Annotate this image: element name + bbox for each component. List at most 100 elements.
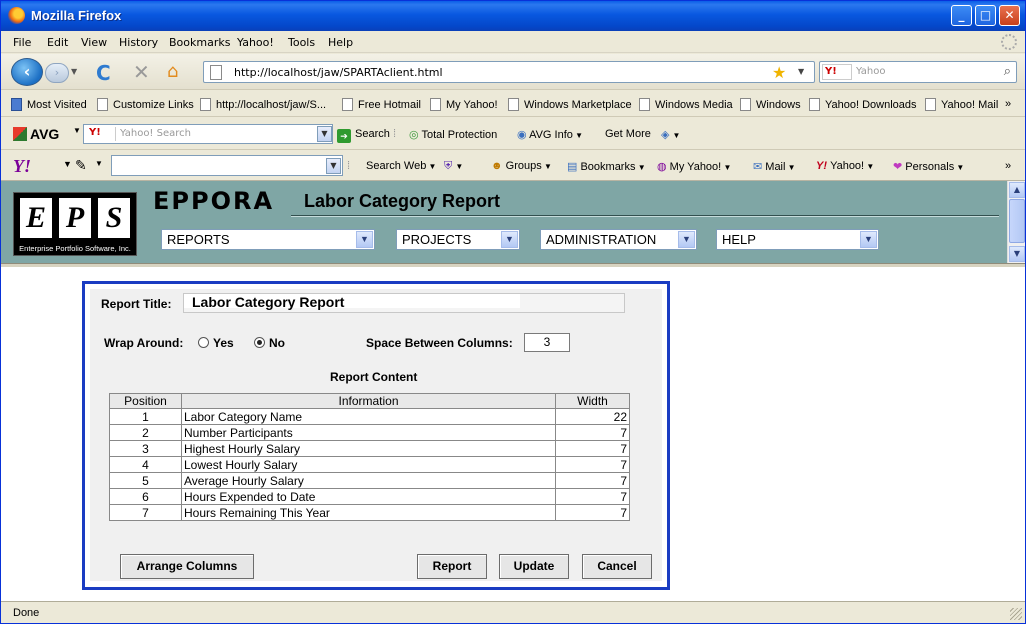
url-dropdown-icon[interactable]: ▼ bbox=[798, 67, 804, 76]
chevron-down-icon[interactable]: ▼ bbox=[678, 231, 695, 248]
cell-width[interactable]: 7 bbox=[555, 472, 630, 489]
reports-menu-select[interactable]: REPORTS ▼ bbox=[161, 229, 375, 250]
shield-toolbar-icon[interactable]: ⛨ ▼ bbox=[444, 160, 463, 173]
avg-search-button[interactable]: ➔ Search bbox=[337, 128, 390, 143]
yahoo-menu-dropdown-icon[interactable]: ▼ bbox=[63, 159, 72, 169]
chevron-down-icon[interactable]: ▼ bbox=[356, 231, 373, 248]
chevron-down-icon[interactable]: ▼ bbox=[501, 231, 518, 248]
cell-width[interactable]: 7 bbox=[555, 488, 630, 505]
yahoo-search-dropdown-button[interactable]: ▼ bbox=[326, 158, 341, 174]
avg-search-dropdown-button[interactable]: ▼ bbox=[317, 126, 332, 142]
menu-yahoo[interactable]: Yahoo! bbox=[237, 36, 274, 49]
yahoo-yahoo-button[interactable]: Y! Yahoo! ▼ bbox=[816, 160, 874, 172]
update-button[interactable]: Update bbox=[499, 554, 569, 579]
menu-view[interactable]: View bbox=[81, 36, 107, 49]
table-row[interactable]: 6 Hours Expended to Date 7 bbox=[109, 488, 630, 505]
search-engine-selector[interactable]: Y! bbox=[822, 64, 852, 80]
bookmark-yahoo-downloads[interactable]: Yahoo! Downloads bbox=[809, 98, 917, 111]
avg-info-button[interactable]: ◉ AVG Info ▼ bbox=[517, 128, 583, 141]
help-menu-select[interactable]: HELP ▼ bbox=[716, 229, 879, 250]
arrange-columns-button[interactable]: Arrange Columns bbox=[120, 554, 254, 579]
cell-width[interactable]: 7 bbox=[555, 440, 630, 457]
yahoo-groups-button[interactable]: ☻ Groups ▼ bbox=[491, 160, 552, 172]
avg-menu-dropdown-icon[interactable]: ▼ bbox=[73, 126, 81, 135]
reload-icon[interactable]: C bbox=[96, 61, 111, 85]
avg-extra-icon[interactable]: ◈ ▼ bbox=[661, 128, 680, 141]
scroll-up-icon[interactable]: ▲ bbox=[1009, 182, 1025, 198]
report-title-value[interactable]: Labor Category Report bbox=[192, 294, 344, 310]
menu-history[interactable]: History bbox=[119, 36, 158, 49]
yahoo-toolbar-overflow[interactable]: » bbox=[1005, 160, 1011, 172]
report-button[interactable]: Report bbox=[417, 554, 487, 579]
avg-logo[interactable]: AVG bbox=[13, 126, 59, 142]
frame-divider[interactable] bbox=[1, 263, 1025, 267]
wrap-yes-radio[interactable]: Yes bbox=[198, 336, 234, 350]
administration-menu-select[interactable]: ADMINISTRATION ▼ bbox=[540, 229, 697, 250]
column-header-width[interactable]: Width bbox=[555, 393, 630, 409]
cell-width[interactable]: 22 bbox=[555, 408, 630, 425]
search-box[interactable]: Y! Yahoo ⌕ bbox=[819, 61, 1017, 83]
yahoo-bookmarks-button[interactable]: ▤ Bookmarks ▼ bbox=[567, 160, 646, 173]
search-placeholder[interactable]: Yahoo bbox=[856, 66, 885, 77]
back-button[interactable]: ‹ bbox=[11, 58, 43, 86]
bookmark-star-icon[interactable]: ★ bbox=[772, 63, 786, 82]
search-icon[interactable]: ⌕ bbox=[1004, 64, 1011, 79]
url-bar[interactable]: http://localhost/jaw/SPARTAclient.html ★… bbox=[203, 61, 815, 83]
bookmark-yahoo-mail[interactable]: Yahoo! Mail bbox=[925, 98, 998, 111]
yahoo-personals-button[interactable]: ❤ Personals ▼ bbox=[893, 160, 964, 173]
close-button[interactable]: ✕ bbox=[999, 5, 1020, 26]
menu-edit[interactable]: Edit bbox=[47, 36, 68, 49]
wrap-no-radio[interactable]: No bbox=[254, 336, 285, 350]
projects-menu-select[interactable]: PROJECTS ▼ bbox=[396, 229, 520, 250]
table-row[interactable]: 5 Average Hourly Salary 7 bbox=[109, 472, 630, 489]
table-row[interactable]: 4 Lowest Hourly Salary 7 bbox=[109, 456, 630, 473]
cancel-button[interactable]: Cancel bbox=[582, 554, 652, 579]
table-row[interactable]: 2 Number Participants 7 bbox=[109, 424, 630, 441]
cell-width[interactable]: 7 bbox=[555, 504, 630, 521]
bookmark-windows-media[interactable]: Windows Media bbox=[639, 98, 733, 111]
table-row[interactable]: 1 Labor Category Name 22 bbox=[109, 408, 630, 425]
yahoo-mail-button[interactable]: ✉ Mail ▼ bbox=[753, 160, 796, 173]
minimize-button[interactable]: _ bbox=[951, 5, 972, 26]
home-icon[interactable]: ⌂ bbox=[167, 61, 178, 82]
chevron-down-icon[interactable]: ▼ bbox=[860, 231, 877, 248]
bookmark-localhost[interactable]: http://localhost/jaw/S... bbox=[200, 98, 326, 111]
history-dropdown-icon[interactable]: ▼ bbox=[71, 67, 77, 76]
bookmark-most-visited[interactable]: Most Visited bbox=[11, 98, 87, 111]
yahoo-my-yahoo-button[interactable]: ◍ My Yahoo! ▼ bbox=[657, 160, 731, 173]
table-row[interactable]: 7 Hours Remaining This Year 7 bbox=[109, 504, 630, 521]
maximize-button[interactable]: □ bbox=[975, 5, 996, 26]
column-header-position[interactable]: Position bbox=[109, 393, 182, 409]
avg-search-placeholder[interactable]: Yahoo! Search bbox=[120, 128, 191, 139]
avg-total-protection-button[interactable]: ◎ Total Protection bbox=[409, 128, 497, 141]
cell-width[interactable]: 7 bbox=[555, 424, 630, 441]
yahoo-logo[interactable]: Y! bbox=[13, 156, 31, 177]
menu-help[interactable]: Help bbox=[328, 36, 353, 49]
pencil-dropdown-icon[interactable]: ▼ bbox=[95, 159, 103, 168]
yahoo-search-web-button[interactable]: Search Web ▼ bbox=[366, 160, 436, 172]
url-text[interactable]: http://localhost/jaw/SPARTAclient.html bbox=[234, 66, 443, 79]
menu-file[interactable]: File bbox=[13, 36, 31, 49]
bookmark-windows-marketplace[interactable]: Windows Marketplace bbox=[508, 98, 632, 111]
bookmark-windows[interactable]: Windows bbox=[740, 98, 801, 111]
avg-search-input[interactable]: Y! Yahoo! Search bbox=[83, 124, 333, 144]
scroll-down-icon[interactable]: ▼ bbox=[1009, 246, 1025, 262]
column-header-information[interactable]: Information bbox=[181, 393, 556, 409]
bookmark-my-yahoo[interactable]: My Yahoo! bbox=[430, 98, 498, 111]
space-between-columns-input[interactable]: 3 bbox=[524, 333, 570, 352]
forward-button[interactable]: › bbox=[45, 63, 69, 83]
menu-tools[interactable]: Tools bbox=[288, 36, 315, 49]
bookmark-free-hotmail[interactable]: Free Hotmail bbox=[342, 98, 421, 111]
bookmarks-overflow[interactable]: » bbox=[1005, 98, 1011, 110]
resize-grip-icon[interactable] bbox=[1010, 608, 1022, 620]
menu-bookmarks[interactable]: Bookmarks bbox=[169, 36, 230, 49]
yahoo-search-input[interactable] bbox=[111, 155, 343, 176]
stop-icon[interactable]: ✕ bbox=[133, 60, 150, 84]
avg-engine-selector[interactable]: Y! bbox=[86, 127, 116, 141]
pencil-icon[interactable]: ✎ bbox=[75, 157, 87, 174]
avg-get-more-button[interactable]: Get More bbox=[605, 128, 651, 140]
table-row[interactable]: 3 Highest Hourly Salary 7 bbox=[109, 440, 630, 457]
bookmark-customize-links[interactable]: Customize Links bbox=[97, 98, 194, 111]
report-title-input[interactable]: Labor Category Report bbox=[183, 293, 625, 313]
scroll-thumb[interactable] bbox=[1009, 199, 1025, 243]
